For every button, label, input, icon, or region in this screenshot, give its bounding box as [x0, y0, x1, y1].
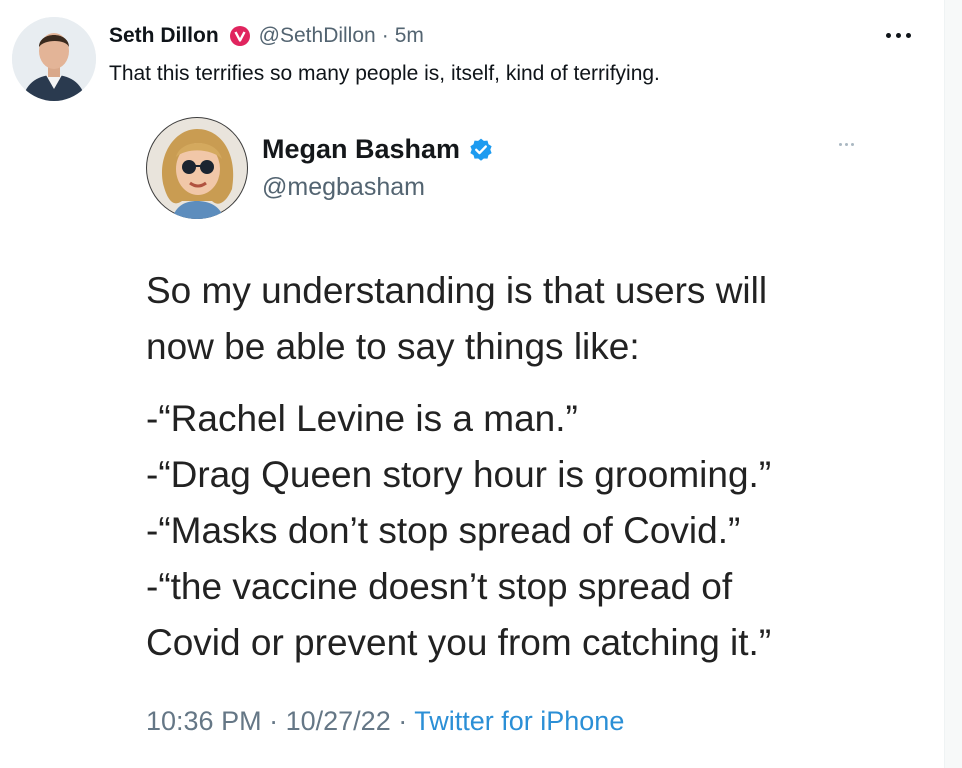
quoted-author-name: Megan Basham — [262, 134, 461, 164]
quoted-source: Twitter for iPhone — [414, 706, 625, 736]
quoted-time: 10:36 PM — [146, 706, 262, 736]
author-name[interactable]: Seth Dillon — [109, 24, 219, 48]
quoted-author-handle: @megbasham — [262, 173, 425, 201]
tweet: Seth Dillon @SethDillon · 5m That this t… — [0, 0, 944, 768]
tweet-time[interactable]: 5m — [395, 24, 424, 48]
quoted-date: 10/27/22 — [285, 706, 391, 736]
verified-blue-badge-icon — [470, 138, 492, 161]
tweet-header: Seth Dillon @SethDillon · 5m — [109, 22, 424, 50]
author-avatar[interactable] — [12, 17, 96, 101]
more-options-button[interactable] — [876, 18, 920, 52]
tweet-text: That this terrifies so many people is, i… — [109, 62, 660, 85]
quoted-line: now be able to say things like: — [146, 326, 640, 367]
quoted-author-avatar — [146, 117, 248, 219]
quoted-tweet-meta: 10:36 PM · 10/27/22 · Twitter for iPhone — [146, 706, 624, 737]
separator-dot: · — [269, 706, 279, 736]
quoted-quote: -“Drag Queen story hour is grooming.” — [146, 454, 772, 495]
quoted-tweet-image[interactable]: Megan Basham @megbasham So my understand… — [109, 103, 892, 768]
quoted-quote: -“Masks don’t stop spread of Covid.” — [146, 510, 741, 551]
separator-dot: · — [381, 24, 389, 47]
author-avatar-image — [12, 17, 96, 101]
quoted-tweet-body: So my understanding is that users will n… — [146, 263, 886, 671]
separator-dot: · — [398, 706, 408, 736]
more-options-icon — [885, 32, 891, 38]
quoted-more-icon — [839, 143, 854, 146]
right-rail — [944, 0, 962, 768]
verified-red-badge-icon — [229, 25, 251, 47]
quoted-quote: -“Rachel Levine is a man.” — [146, 398, 578, 439]
quoted-quote: Covid or prevent you from catching it.” — [146, 622, 772, 663]
quoted-author-name-row: Megan Basham — [262, 134, 494, 165]
author-handle[interactable]: @SethDillon — [259, 24, 376, 48]
quoted-quote: -“the vaccine doesn’t stop spread of — [146, 566, 733, 607]
quoted-line: So my understanding is that users will — [146, 270, 768, 311]
